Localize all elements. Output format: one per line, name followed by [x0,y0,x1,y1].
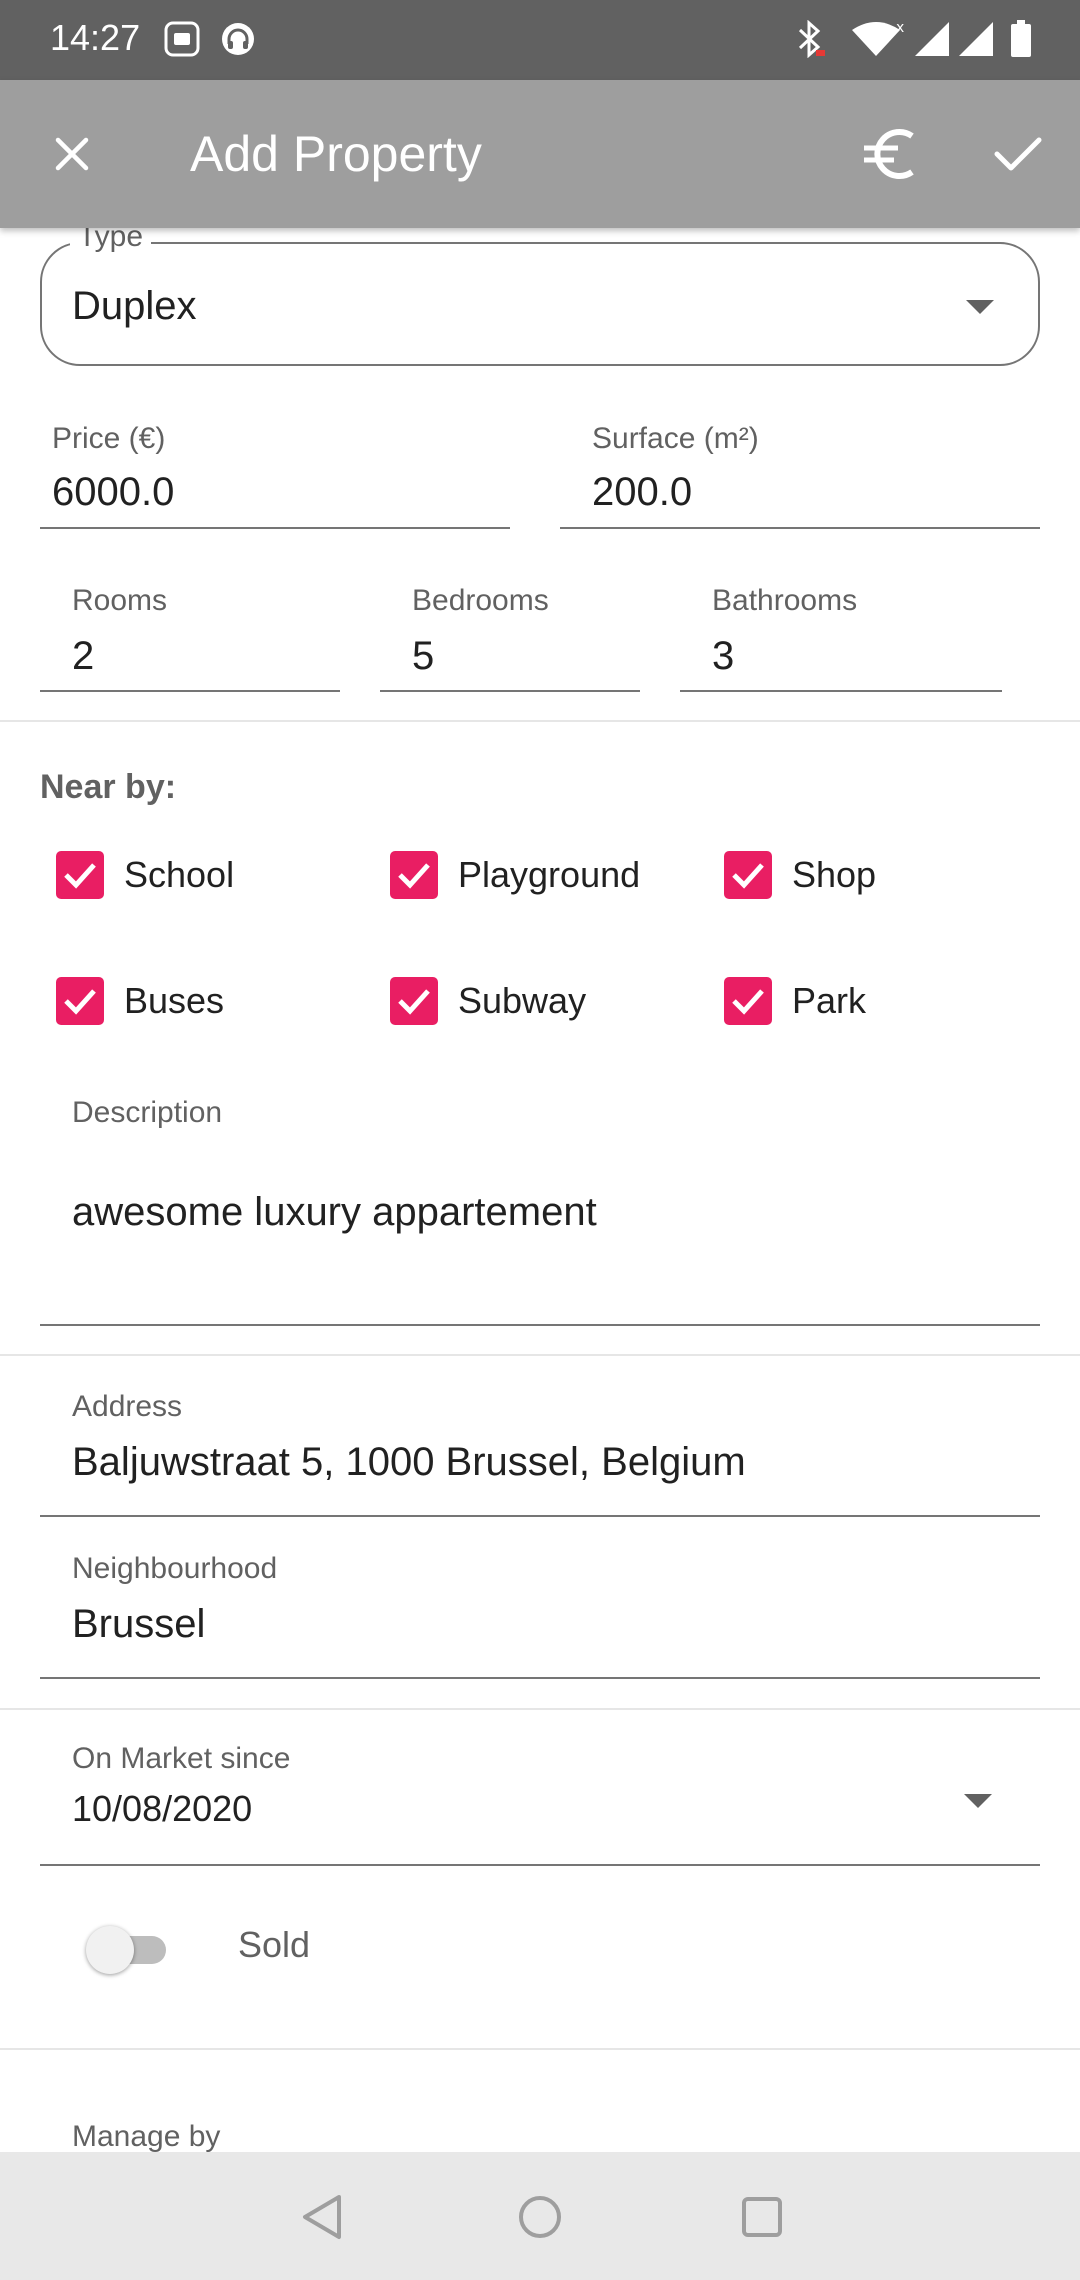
chevron-down-icon [966,300,994,314]
description-label: Description [72,1096,223,1129]
signal-icon [956,20,996,58]
checkbox-checked-icon [390,851,438,899]
market-since-label: On Market since [72,1742,291,1775]
address-label: Address [72,1390,183,1423]
divider [0,1708,1080,1710]
recents-icon[interactable] [727,2182,797,2252]
back-icon[interactable] [286,2182,356,2252]
address-underline [40,1515,1040,1517]
address-value: Baljuwstraat 5, 1000 Brussel, Belgium [72,1440,746,1484]
price-value: 6000.0 [52,470,175,514]
checkbox-label: School [124,854,235,895]
description-value: awesome luxury appartement [72,1190,597,1234]
neighbourhood-value: Brussel [72,1602,206,1646]
chevron-down-icon [964,1794,992,1808]
checkbox-checked-icon [56,851,104,899]
home-icon[interactable] [505,2182,575,2252]
checkbox-label: Park [792,980,867,1021]
check-icon[interactable] [978,114,1058,194]
form-content: Type Duplex Price (€) 6000.0 Surface (m²… [0,228,1080,2152]
checkbox-label: Shop [792,854,877,895]
neighbourhood-field[interactable]: Neighbourhood Brussel [40,1540,1040,1670]
surface-value: 200.0 [592,470,693,514]
checkbox-checked-icon [724,977,772,1025]
bathrooms-label: Bathrooms [712,584,858,617]
surface-underline [560,527,1040,529]
divider [0,720,1080,722]
app-bar: Add Property [0,80,1080,228]
bathrooms-underline [680,690,1002,692]
price-underline [40,527,510,529]
checkbox-checked-icon [56,977,104,1025]
manage-by-label: Manage by [72,2120,221,2152]
bedrooms-underline [380,690,640,692]
description-underline [40,1324,1040,1326]
type-select[interactable]: Type Duplex [40,228,1040,366]
bedrooms-field[interactable]: Bedrooms 5 [380,548,640,688]
type-label: Type [70,228,152,254]
bathrooms-field[interactable]: Bathrooms 3 [680,548,1002,688]
checkbox-label: Subway [458,980,587,1021]
checkbox-label: Buses [124,980,225,1021]
market-since-value: 10/08/2020 [72,1788,253,1829]
status-time: 14:27 [50,17,141,58]
checkbox-park[interactable]: Park [724,969,866,1033]
status-bar: 14:27 x [0,0,1080,80]
rooms-label: Rooms [72,584,168,617]
neighbourhood-underline [40,1677,1040,1679]
rooms-underline [40,690,340,692]
bathrooms-value: 3 [712,634,735,678]
toggle-thumb [86,1926,134,1974]
description-field[interactable]: Description awesome luxury appartement [40,1078,1040,1252]
signal-icon [912,20,952,58]
battery-icon [1004,20,1038,58]
page-title: Add Property [190,126,482,182]
type-value: Duplex [72,284,197,328]
sold-label: Sold [238,1924,311,1965]
market-since-select[interactable]: On Market since 10/08/2020 [40,1728,1040,1858]
close-icon[interactable] [32,114,112,194]
neighbourhood-label: Neighbourhood [72,1552,278,1585]
market-since-underline [40,1864,1040,1866]
navigation-bar [0,2152,1080,2280]
divider [0,1354,1080,1356]
bedrooms-value: 5 [412,634,435,678]
wifi-icon: x [850,20,906,58]
price-label: Price (€) [52,422,166,455]
euro-icon[interactable] [850,114,930,194]
bluetooth-icon [790,20,830,58]
rooms-value: 2 [72,634,95,678]
checkbox-subway[interactable]: Subway [390,969,586,1033]
checkbox-checked-icon [724,851,772,899]
nearby-title: Near by: [40,768,177,806]
surface-field[interactable]: Surface (m²) 200.0 [540,378,1080,528]
address-field[interactable]: Address Baljuwstraat 5, 1000 Brussel, Be… [40,1378,1040,1508]
svg-text:x: x [896,20,904,36]
sold-toggle[interactable] [86,1916,170,1976]
checkbox-playground[interactable]: Playground [390,843,640,907]
divider [0,2048,1080,2050]
notification-badge-icon [160,20,204,58]
checkbox-school[interactable]: School [56,843,234,907]
checkbox-shop[interactable]: Shop [724,843,876,907]
price-field[interactable]: Price (€) 6000.0 [0,378,540,528]
checkbox-buses[interactable]: Buses [56,969,224,1033]
bedrooms-label: Bedrooms [412,584,549,617]
rooms-field[interactable]: Rooms 2 [40,548,340,688]
checkbox-checked-icon [390,977,438,1025]
headset-icon [216,20,260,58]
surface-label: Surface (m²) [592,422,759,455]
checkbox-label: Playground [458,854,641,895]
